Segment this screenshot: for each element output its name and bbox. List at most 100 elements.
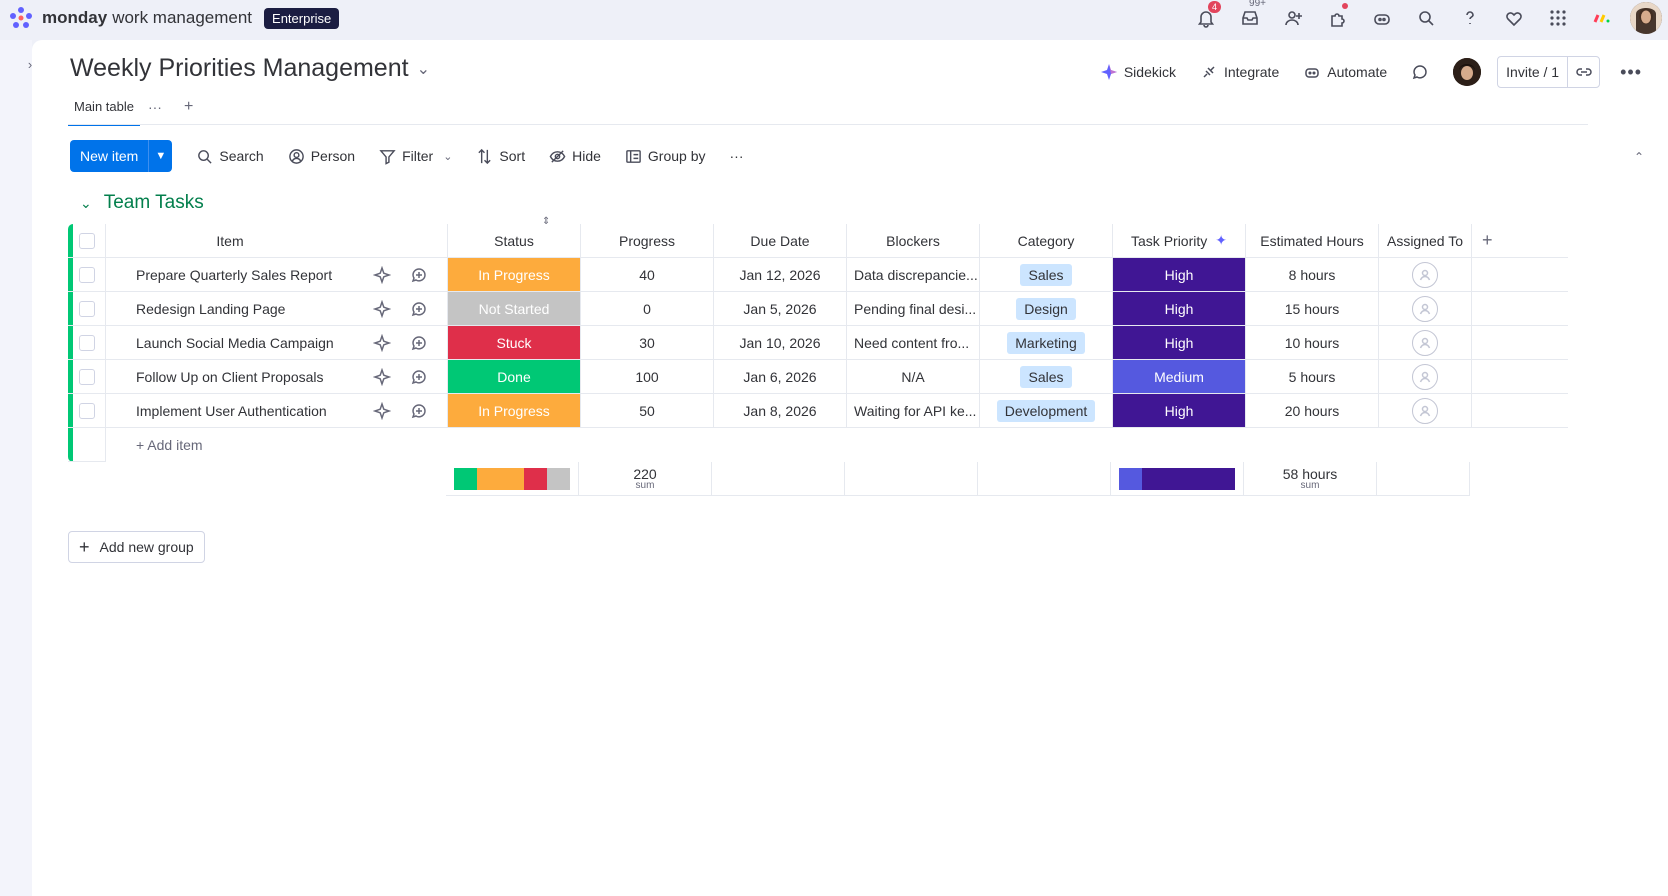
- add-new-group-button[interactable]: + Add new group: [68, 531, 205, 563]
- blockers-cell[interactable]: Need content fro...: [847, 326, 980, 360]
- updates-button[interactable]: [1411, 63, 1429, 81]
- help-button[interactable]: [1448, 0, 1492, 36]
- filter-button[interactable]: Filter ⌄: [379, 148, 452, 165]
- monday-apps-button[interactable]: [1580, 0, 1624, 36]
- empty-person-icon[interactable]: [1412, 397, 1438, 424]
- add-update-icon[interactable]: [410, 300, 428, 318]
- add-update-icon[interactable]: [410, 266, 428, 284]
- empty-person-icon[interactable]: [1412, 329, 1438, 356]
- hours-cell[interactable]: 20 hours: [1246, 394, 1379, 428]
- assigned-cell[interactable]: [1379, 258, 1472, 292]
- sidekick-button[interactable]: Sidekick: [1100, 63, 1176, 81]
- copy-link-button[interactable]: [1567, 57, 1599, 87]
- chevron-down-icon[interactable]: ⌄: [417, 59, 430, 79]
- column-header-hours[interactable]: Estimated Hours: [1246, 224, 1379, 258]
- priority-cell[interactable]: High: [1113, 258, 1246, 292]
- column-header-item[interactable]: Item: [106, 224, 354, 258]
- progress-cell[interactable]: 30: [581, 326, 714, 360]
- ai-sparkle-icon[interactable]: [373, 333, 392, 352]
- assigned-cell[interactable]: [1379, 292, 1472, 326]
- category-cell[interactable]: Development: [980, 394, 1113, 428]
- more-options-icon[interactable]: •••: [1620, 62, 1642, 83]
- column-header-assigned[interactable]: Assigned To: [1379, 224, 1472, 258]
- blockers-cell[interactable]: Pending final desi...: [847, 292, 980, 326]
- hours-cell[interactable]: 15 hours: [1246, 292, 1379, 326]
- search-everything-button[interactable]: [1404, 0, 1448, 36]
- empty-person-icon[interactable]: [1412, 295, 1438, 322]
- status-summary-cell[interactable]: [446, 462, 579, 496]
- favorites-button[interactable]: [1492, 0, 1536, 36]
- category-cell[interactable]: Design: [980, 292, 1113, 326]
- priority-cell[interactable]: Medium: [1113, 360, 1246, 394]
- blockers-cell[interactable]: Data discrepancie...: [847, 258, 980, 292]
- progress-cell[interactable]: 100: [581, 360, 714, 394]
- assigned-cell[interactable]: [1379, 360, 1472, 394]
- search-button[interactable]: Search: [196, 148, 264, 165]
- ai-sparkle-icon[interactable]: [373, 265, 392, 284]
- person-filter-button[interactable]: Person: [288, 148, 355, 165]
- add-view-button[interactable]: +: [184, 98, 193, 126]
- priority-cell[interactable]: High: [1113, 292, 1246, 326]
- category-cell[interactable]: Sales: [980, 258, 1113, 292]
- more-toolbar-icon[interactable]: ···: [730, 148, 744, 164]
- priority-cell[interactable]: High: [1113, 394, 1246, 428]
- add-update-icon[interactable]: [410, 334, 428, 352]
- empty-person-icon[interactable]: [1412, 363, 1438, 390]
- user-avatar[interactable]: [1630, 2, 1662, 34]
- row-checkbox[interactable]: [78, 402, 95, 419]
- automate-button[interactable]: Automate: [1303, 63, 1387, 81]
- progress-cell[interactable]: 0: [581, 292, 714, 326]
- item-name-cell[interactable]: Implement User Authentication: [106, 394, 354, 428]
- due-date-cell[interactable]: Jan 5, 2026: [714, 292, 847, 326]
- add-column-button[interactable]: +: [1472, 224, 1568, 258]
- board-title[interactable]: Weekly Priorities Management: [70, 54, 409, 83]
- column-header-priority[interactable]: Task Priority ✦: [1113, 224, 1246, 258]
- ai-assistant-button[interactable]: [1360, 0, 1404, 36]
- tab-options-icon[interactable]: ···: [148, 99, 162, 125]
- app-switcher-button[interactable]: [1536, 0, 1580, 36]
- row-select-cell[interactable]: [68, 258, 106, 292]
- hours-cell[interactable]: 10 hours: [1246, 326, 1379, 360]
- progress-summary-cell[interactable]: 220 sum: [579, 462, 712, 496]
- assigned-cell[interactable]: [1379, 394, 1472, 428]
- hours-cell[interactable]: 5 hours: [1246, 360, 1379, 394]
- group-title[interactable]: Team Tasks: [104, 192, 204, 214]
- notifications-button[interactable]: 4: [1184, 0, 1228, 36]
- row-select-cell[interactable]: [68, 360, 106, 394]
- blockers-cell[interactable]: Waiting for API ke...: [847, 394, 980, 428]
- row-checkbox[interactable]: [78, 334, 95, 351]
- due-date-cell[interactable]: Jan 12, 2026: [714, 258, 847, 292]
- priority-summary-cell[interactable]: [1111, 462, 1244, 496]
- status-cell[interactable]: Stuck: [448, 326, 581, 360]
- add-update-icon[interactable]: [410, 402, 428, 420]
- invite-button[interactable]: Invite / 1: [1497, 56, 1601, 88]
- hours-cell[interactable]: 8 hours: [1246, 258, 1379, 292]
- select-all-checkbox[interactable]: [78, 232, 95, 249]
- row-checkbox[interactable]: [78, 300, 95, 317]
- due-date-cell[interactable]: Jan 10, 2026: [714, 326, 847, 360]
- collapse-header-icon[interactable]: ⌃: [1634, 150, 1644, 164]
- ai-sparkle-icon[interactable]: [373, 401, 392, 420]
- row-select-cell[interactable]: [68, 394, 106, 428]
- progress-cell[interactable]: 40: [581, 258, 714, 292]
- due-date-cell[interactable]: Jan 8, 2026: [714, 394, 847, 428]
- ai-sparkle-icon[interactable]: ✦: [1215, 232, 1227, 249]
- column-header-due-date[interactable]: Due Date: [714, 224, 847, 258]
- select-all-cell[interactable]: [68, 224, 106, 258]
- row-select-cell[interactable]: [68, 326, 106, 360]
- blockers-cell[interactable]: N/A: [847, 360, 980, 394]
- integrate-button[interactable]: Integrate: [1200, 63, 1279, 81]
- column-header-category[interactable]: Category: [980, 224, 1113, 258]
- column-header-blockers[interactable]: Blockers: [847, 224, 980, 258]
- status-cell[interactable]: In Progress: [448, 258, 581, 292]
- status-cell[interactable]: Done: [448, 360, 581, 394]
- category-cell[interactable]: Marketing: [980, 326, 1113, 360]
- column-header-status[interactable]: Status: [448, 224, 581, 258]
- row-select-cell[interactable]: [68, 292, 106, 326]
- board-owner-avatar[interactable]: [1453, 58, 1482, 86]
- hours-summary-cell[interactable]: 58 hours sum: [1244, 462, 1377, 496]
- ai-sparkle-icon[interactable]: [373, 367, 392, 386]
- due-date-cell[interactable]: Jan 6, 2026: [714, 360, 847, 394]
- invite-members-button[interactable]: [1272, 0, 1316, 36]
- row-checkbox[interactable]: [78, 266, 95, 283]
